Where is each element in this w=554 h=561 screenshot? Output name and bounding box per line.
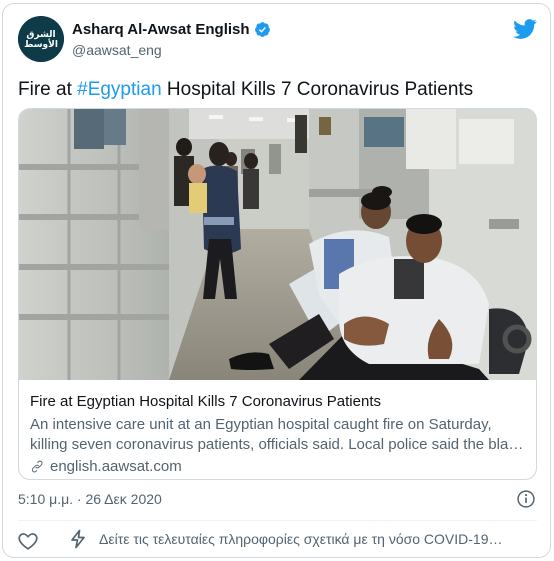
link-preview-card[interactable]: Fire at Egyptian Hospital Kills 7 Corona…: [18, 108, 537, 480]
verified-badge-icon: [254, 22, 270, 37]
link-card-description-line2: killing seven coronavirus patients, offi…: [30, 436, 530, 453]
logo-text-line1: الشرق: [26, 30, 55, 40]
footer-divider: [18, 520, 537, 521]
covid-info-link[interactable]: Δείτε τις τελευταίες πληροφορίες σχετικά…: [69, 529, 539, 549]
tweet-text-before: Fire at: [18, 79, 78, 100]
link-card-title: Fire at Egyptian Hospital Kills 7 Corona…: [30, 393, 381, 410]
hospital-corridor-photo: [19, 109, 536, 380]
info-icon[interactable]: [516, 489, 536, 509]
covid-notice-text: Δείτε τις τελευταίες πληροφορίες σχετικά…: [99, 531, 503, 547]
link-icon: [31, 460, 43, 473]
avatar[interactable]: الشرق الأوسط: [18, 16, 64, 62]
link-card-domain-row: english.aawsat.com: [30, 458, 530, 475]
tweet-text: Fire at #Egyptian Hospital Kills 7 Coron…: [18, 79, 473, 101]
logo-text-line2: الأوسط: [24, 38, 58, 50]
twitter-bird-icon[interactable]: [513, 19, 537, 39]
link-card-description-line1: An intensive care unit at an Egyptian ho…: [30, 416, 492, 433]
heart-icon[interactable]: [17, 530, 39, 552]
handle[interactable]: @aawsat_eng: [72, 42, 162, 58]
display-name[interactable]: Asharq Al-Awsat English: [72, 21, 250, 38]
aawsat-logo-icon: الشرق الأوسط: [18, 16, 64, 62]
hashtag-link[interactable]: #Egyptian: [77, 79, 162, 100]
tweet-card: الشرق الأوسط Asharq Al-Awsat English @aa…: [2, 3, 551, 558]
author-name-row[interactable]: Asharq Al-Awsat English: [72, 21, 271, 38]
lightning-icon: [71, 529, 85, 549]
link-card-body: Fire at Egyptian Hospital Kills 7 Corona…: [30, 393, 530, 475]
tweet-text-after: Hospital Kills 7 Coronavirus Patients: [161, 79, 474, 100]
link-card-domain: english.aawsat.com: [50, 458, 182, 475]
tweet-timestamp[interactable]: 5:10 μ.μ. · 26 Δεκ 2020: [18, 491, 162, 507]
